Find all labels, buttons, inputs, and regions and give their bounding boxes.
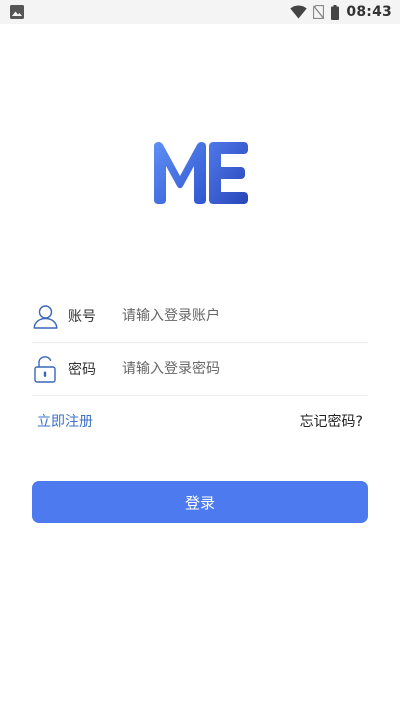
account-label: 账号 (68, 309, 96, 325)
password-input[interactable] (122, 354, 368, 384)
unlock-icon (32, 355, 58, 383)
user-icon (32, 303, 58, 329)
login-button[interactable]: 登录 (32, 481, 368, 523)
register-link[interactable]: 立即注册 (37, 411, 93, 431)
password-row: 密码 (32, 343, 368, 396)
battery-icon (331, 4, 340, 20)
account-input[interactable] (122, 301, 368, 331)
password-label: 密码 (68, 362, 96, 378)
login-screen: 08:43 账号 请输入登录账户 密码 立即注册 忘记密码? 登录 (0, 0, 400, 711)
forgot-password-link[interactable]: 忘记密码? (300, 411, 363, 431)
photo-icon (10, 5, 24, 19)
status-time: 08:43 (346, 4, 392, 20)
account-row: 账号 (32, 290, 368, 343)
no-sim-icon (313, 5, 325, 19)
wifi-icon (290, 5, 308, 19)
app-logo (154, 142, 248, 204)
status-bar: 08:43 (0, 0, 400, 24)
